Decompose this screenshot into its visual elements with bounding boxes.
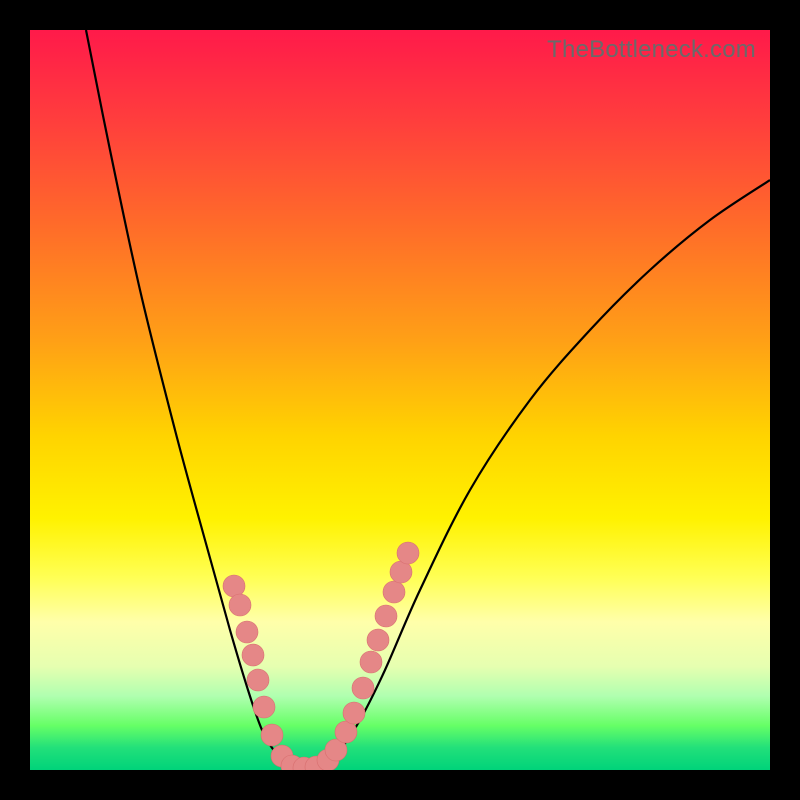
scatter-dot [397, 542, 419, 564]
scatter-dot [229, 594, 251, 616]
scatter-dot [375, 605, 397, 627]
scatter-dot [247, 669, 269, 691]
scatter-dot [242, 644, 264, 666]
scatter-dot [383, 581, 405, 603]
scatter-dot [360, 651, 382, 673]
scatter-dot [335, 721, 357, 743]
watermark-label: TheBottleneck.com [547, 36, 756, 64]
scatter-dot [352, 677, 374, 699]
bottleneck-curve [86, 30, 770, 768]
scatter-dot [236, 621, 258, 643]
scatter-dot [390, 561, 412, 583]
scatter-dot [343, 702, 365, 724]
chart-svg [30, 30, 770, 770]
chart-frame: TheBottleneck.com [30, 30, 770, 770]
scatter-dot [261, 724, 283, 746]
scatter-dot [223, 575, 245, 597]
scatter-dots [223, 542, 419, 770]
scatter-dot [253, 696, 275, 718]
scatter-dot [367, 629, 389, 651]
